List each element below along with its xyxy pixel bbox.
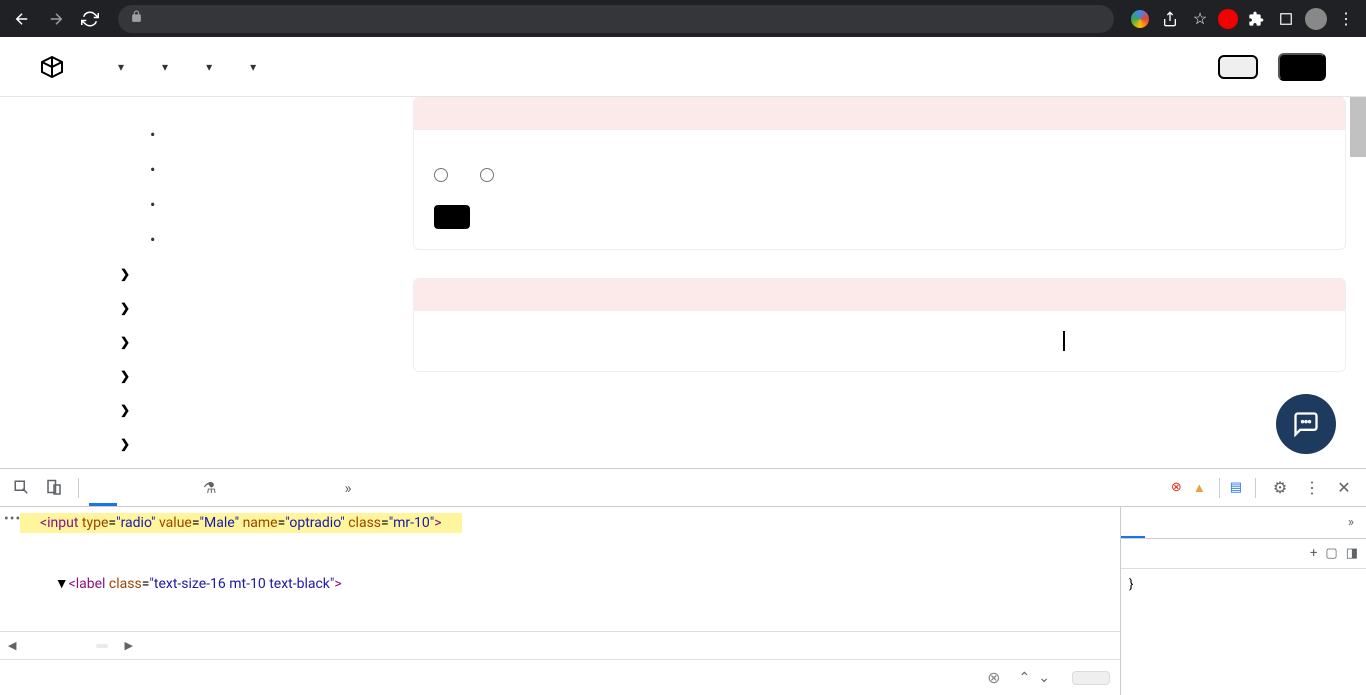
tab-elements[interactable] [89, 470, 117, 506]
error-badge[interactable]: ⊗ [1171, 480, 1185, 495]
chevron-right-icon: ❯ [120, 301, 130, 315]
sidebar-cat-others[interactable]: ❯ [120, 427, 413, 461]
devtools-menu-icon[interactable]: ⋮ [1298, 474, 1326, 502]
radio-male-input[interactable] [434, 168, 448, 182]
device-toggle-icon[interactable] [40, 474, 68, 502]
styles-panel: » + ▢ ◨ } [1120, 507, 1366, 695]
search-prev-icon[interactable]: ⌃ [1019, 670, 1031, 686]
tab-computed[interactable] [1145, 508, 1169, 538]
radio-demo-card [413, 97, 1346, 250]
crumb-item-selected [96, 644, 108, 648]
tab-perf-insights[interactable]: ⚗ [185, 470, 230, 506]
settings-icon[interactable]: ⚙ [1266, 474, 1294, 502]
nav-platform[interactable]: ▾ [112, 60, 124, 74]
styles-overflow[interactable]: » [1336, 508, 1366, 538]
reload-button[interactable] [76, 5, 104, 33]
devtools-panel: ⚗ » ⊗ ▲ ▤ ⚙ ⋮ ✕ ••• <input type="radio" … [0, 468, 1366, 695]
search-next-icon[interactable]: ⌄ [1038, 670, 1050, 686]
sidebar-cat-data-pickers[interactable]: ❯ [120, 257, 413, 291]
tab-memory[interactable] [298, 470, 326, 506]
add-rule-icon[interactable]: + [1310, 546, 1317, 561]
share-icon[interactable] [1158, 7, 1182, 31]
extensions-icon[interactable] [1244, 7, 1268, 31]
logo-icon [40, 55, 64, 79]
google-icon[interactable] [1128, 7, 1152, 31]
sidebar-toggle-icon[interactable]: ◨ [1346, 546, 1358, 561]
chevron-right-icon: ❯ [120, 403, 130, 417]
forward-button[interactable] [42, 5, 70, 33]
tab-console[interactable] [121, 470, 149, 506]
sidebar-item-input-form[interactable] [150, 152, 413, 187]
clear-search-icon[interactable]: ⊗ [987, 668, 1000, 687]
chevron-right-icon: ❯ [120, 437, 130, 451]
signup-button[interactable] [1278, 53, 1326, 81]
radio-female[interactable] [480, 168, 502, 182]
abp-extension-icon[interactable] [1218, 9, 1238, 29]
chat-fab[interactable] [1276, 394, 1336, 454]
devtools-tabs: ⚗ » ⊗ ▲ ▤ ⚙ ⋮ ✕ [0, 469, 1366, 507]
logo[interactable] [40, 55, 72, 79]
cancel-button[interactable] [1072, 671, 1110, 685]
dom-label-open[interactable]: ▼<label class="text-size-16 mt-10 text-b… [0, 573, 1120, 594]
tabs-overflow[interactable]: » [330, 470, 365, 506]
dom-label-close[interactable] [0, 553, 1120, 573]
tab-styles[interactable] [1121, 508, 1145, 538]
sidebar-cat-progress[interactable]: ❯ [120, 325, 413, 359]
radio-female-input[interactable] [480, 168, 494, 182]
tab-sources[interactable] [153, 470, 181, 506]
chevron-right-icon: ❯ [120, 335, 130, 349]
main-content: ❯ ❯ ❯ ❯ ❯ ❯ [0, 97, 1366, 468]
radio-male[interactable] [434, 168, 456, 182]
breadcrumb: ◀ ▶ [0, 631, 1120, 659]
sidebar-item-select-dropdown[interactable] [150, 117, 413, 152]
chevron-right-icon: ❯ [120, 267, 130, 281]
bookmark-icon[interactable]: ☆ [1188, 7, 1212, 31]
dom-text-node[interactable] [0, 533, 1120, 553]
book-demo-button[interactable] [1218, 55, 1258, 79]
sidebar: ❯ ❯ ❯ ❯ ❯ ❯ [0, 97, 413, 468]
sidebar-cat-table[interactable]: ❯ [120, 291, 413, 325]
group-radio-card [413, 278, 1346, 372]
get-checked-button[interactable] [434, 205, 470, 229]
ellipsis-icon[interactable]: ••• [4, 511, 21, 527]
card-title [414, 98, 1345, 130]
card-title [414, 279, 1345, 311]
nav-enterprise[interactable]: ▾ [156, 60, 168, 74]
inspect-icon[interactable] [8, 474, 36, 502]
crumb-prev[interactable]: ◀ [8, 639, 16, 652]
nav-menu: ▾ ▾ ▾ ▾ [112, 60, 288, 74]
tab-network[interactable] [234, 470, 262, 506]
warning-badge[interactable]: ▲ [1193, 480, 1209, 496]
profile-avatar[interactable] [1304, 7, 1328, 31]
crumb-next[interactable]: ▶ [124, 639, 132, 652]
elements-tree[interactable]: ••• <input type="radio" value="Male" nam… [0, 507, 1120, 631]
sidebar-item-jquery-select[interactable] [150, 222, 413, 257]
sidebar-cat-listbox[interactable]: ❯ [120, 393, 413, 427]
computed-toggle-icon[interactable]: ▢ [1325, 546, 1337, 561]
highlighted-element[interactable]: <input type="radio" value="Male" name="o… [20, 513, 462, 533]
page-scrollbar-thumb[interactable] [1350, 97, 1366, 157]
back-button[interactable] [8, 5, 36, 33]
chrome-menu-icon[interactable]: ⋮ [1334, 7, 1358, 31]
nav-developers[interactable]: ▾ [244, 60, 256, 74]
site-header: ▾ ▾ ▾ ▾ [0, 37, 1366, 97]
elements-search-input[interactable] [10, 669, 977, 687]
close-devtools-icon[interactable]: ✕ [1330, 474, 1358, 502]
elements-search-bar: ⊗ ⌃ ⌄ [0, 659, 1120, 695]
lock-icon [130, 10, 143, 27]
sidebar-item-ajax-form[interactable] [150, 187, 413, 222]
sidebar-cat-alert[interactable]: ❯ [120, 359, 413, 393]
address-bar[interactable] [118, 5, 1114, 33]
chevron-right-icon: ❯ [120, 369, 130, 383]
messages-badge[interactable]: ▤ [1230, 480, 1245, 495]
tab-performance[interactable] [266, 470, 294, 506]
flask-icon: ⚗ [203, 479, 216, 497]
chat-icon [1292, 410, 1320, 438]
browser-chrome-bar: ☆ ⋮ [0, 0, 1366, 37]
nav-resources[interactable]: ▾ [200, 60, 212, 74]
window-icon[interactable] [1274, 7, 1298, 31]
